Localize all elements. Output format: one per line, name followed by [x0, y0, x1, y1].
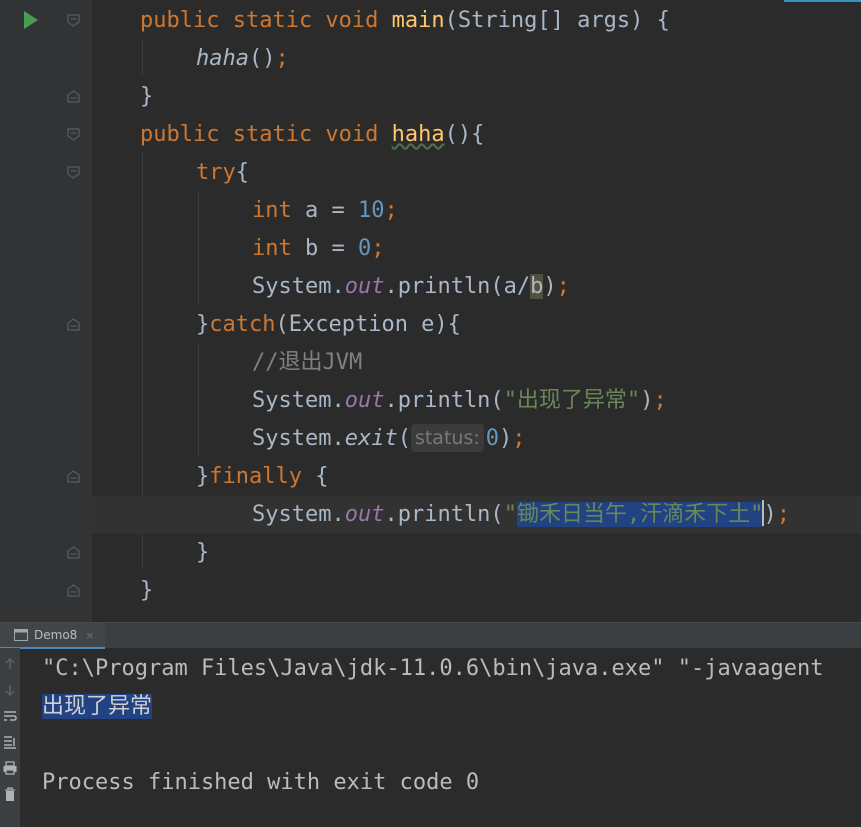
code-text: System.: [252, 426, 345, 451]
code-text: System.: [252, 502, 345, 527]
code-text: (){: [444, 122, 485, 147]
run-tab[interactable]: Demo8 ×: [0, 623, 105, 649]
code-text: System.: [252, 274, 345, 299]
highlighted-usage: b: [530, 274, 544, 299]
down-arrow-icon[interactable]: [2, 682, 18, 698]
code-text: System.: [252, 388, 345, 413]
code-line[interactable]: System.out.println("出现了异常");: [0, 382, 861, 420]
static-field: out: [344, 502, 385, 527]
code-text: a =: [304, 198, 358, 223]
code-text: ): [640, 388, 654, 413]
code-text: }: [196, 464, 210, 489]
code-line[interactable]: haha();: [0, 40, 861, 78]
semicolon: ;: [556, 274, 570, 299]
code-line[interactable]: }catch(Exception e){: [0, 306, 861, 344]
code-line[interactable]: }: [0, 78, 861, 116]
code-line[interactable]: }finally {: [0, 458, 861, 496]
run-toolbar: [0, 648, 20, 827]
code-text: }: [140, 84, 154, 109]
keyword: public static void: [140, 122, 392, 147]
code-text: ): [763, 502, 777, 527]
code-text: }: [196, 312, 210, 337]
string-literal: "出现了异常": [503, 388, 641, 413]
code-line[interactable]: }: [0, 534, 861, 572]
method-call: haha: [196, 46, 249, 71]
code-line[interactable]: System.out.println(a/b);: [0, 268, 861, 306]
semicolon: ;: [275, 46, 289, 71]
code-text: ): [499, 426, 513, 451]
scroll-to-end-icon[interactable]: [2, 734, 18, 750]
code-line[interactable]: public static void haha(){: [0, 116, 861, 154]
method-call: exit: [344, 426, 398, 451]
console-output-text[interactable]: 出现了异常: [42, 694, 153, 719]
code-text: (Exception e){: [275, 312, 461, 337]
console-exit-line: Process finished with exit code 0: [42, 770, 480, 795]
keyword: finally: [209, 464, 302, 489]
code-line[interactable]: try{: [0, 154, 861, 192]
code-text: }: [140, 578, 154, 603]
string-quote: ": [503, 502, 517, 527]
keyword: try: [196, 160, 236, 185]
code-line[interactable]: }: [0, 572, 861, 610]
number-literal: 0: [485, 426, 499, 451]
number-literal: 0: [357, 236, 372, 261]
run-tab-label: Demo8: [34, 628, 78, 642]
trash-icon[interactable]: [2, 786, 18, 802]
code-text: (): [248, 46, 276, 71]
code-line[interactable]: int b = 0;: [0, 230, 861, 268]
method-name: haha: [391, 122, 445, 147]
code-line[interactable]: //退出JVM: [0, 344, 861, 382]
current-code-line[interactable]: System.out.println("锄禾日当午,汗滴禾下土");: [92, 496, 861, 534]
code-text: .println(: [384, 502, 504, 527]
method-name: main: [391, 8, 445, 33]
selected-text[interactable]: 锄禾日当午,汗滴禾下土": [516, 502, 764, 527]
code-text: {: [301, 464, 329, 489]
semicolon: ;: [653, 388, 667, 413]
code-text: b =: [304, 236, 358, 261]
code-text: (String[] args) {: [444, 8, 670, 33]
code-comment: //退出JVM: [252, 350, 363, 375]
console-output-line: 出现了异常: [42, 688, 153, 726]
parameter-hint: status:: [410, 424, 484, 452]
semicolon: ;: [776, 502, 790, 527]
console-command-line: "C:\Program Files\Java\jdk-11.0.6\bin\ja…: [42, 656, 824, 681]
run-panel: Demo8 × "C:\Program Files\Java\jdk-11.0.…: [0, 622, 861, 827]
keyword: int: [252, 236, 305, 261]
semicolon: ;: [512, 426, 526, 451]
keyword: public static void: [140, 8, 392, 33]
code-text: {: [235, 160, 249, 185]
static-field: out: [344, 274, 385, 299]
code-line[interactable]: int a = 10;: [0, 192, 861, 230]
static-field: out: [344, 388, 385, 413]
soft-wrap-icon[interactable]: [2, 708, 18, 724]
code-text: .println(: [384, 388, 504, 413]
console-icon: [14, 629, 28, 641]
semicolon: ;: [384, 198, 398, 223]
code-text: .println(a/: [384, 274, 531, 299]
run-tab-bar: Demo8 ×: [0, 622, 861, 649]
up-arrow-icon[interactable]: [2, 656, 18, 672]
close-icon[interactable]: ×: [85, 629, 94, 642]
code-editor[interactable]: public static void main(String[] args) {…: [0, 0, 861, 622]
code-line[interactable]: System.exit(status: 0);: [0, 420, 861, 458]
code-text: }: [196, 540, 210, 565]
number-literal: 10: [357, 198, 385, 223]
keyword: int: [252, 198, 305, 223]
print-icon[interactable]: [2, 760, 18, 776]
keyword: catch: [209, 312, 276, 337]
code-text: ): [543, 274, 557, 299]
code-line[interactable]: public static void main(String[] args) {: [0, 2, 861, 40]
semicolon: ;: [371, 236, 385, 261]
code-text: (: [397, 426, 411, 451]
